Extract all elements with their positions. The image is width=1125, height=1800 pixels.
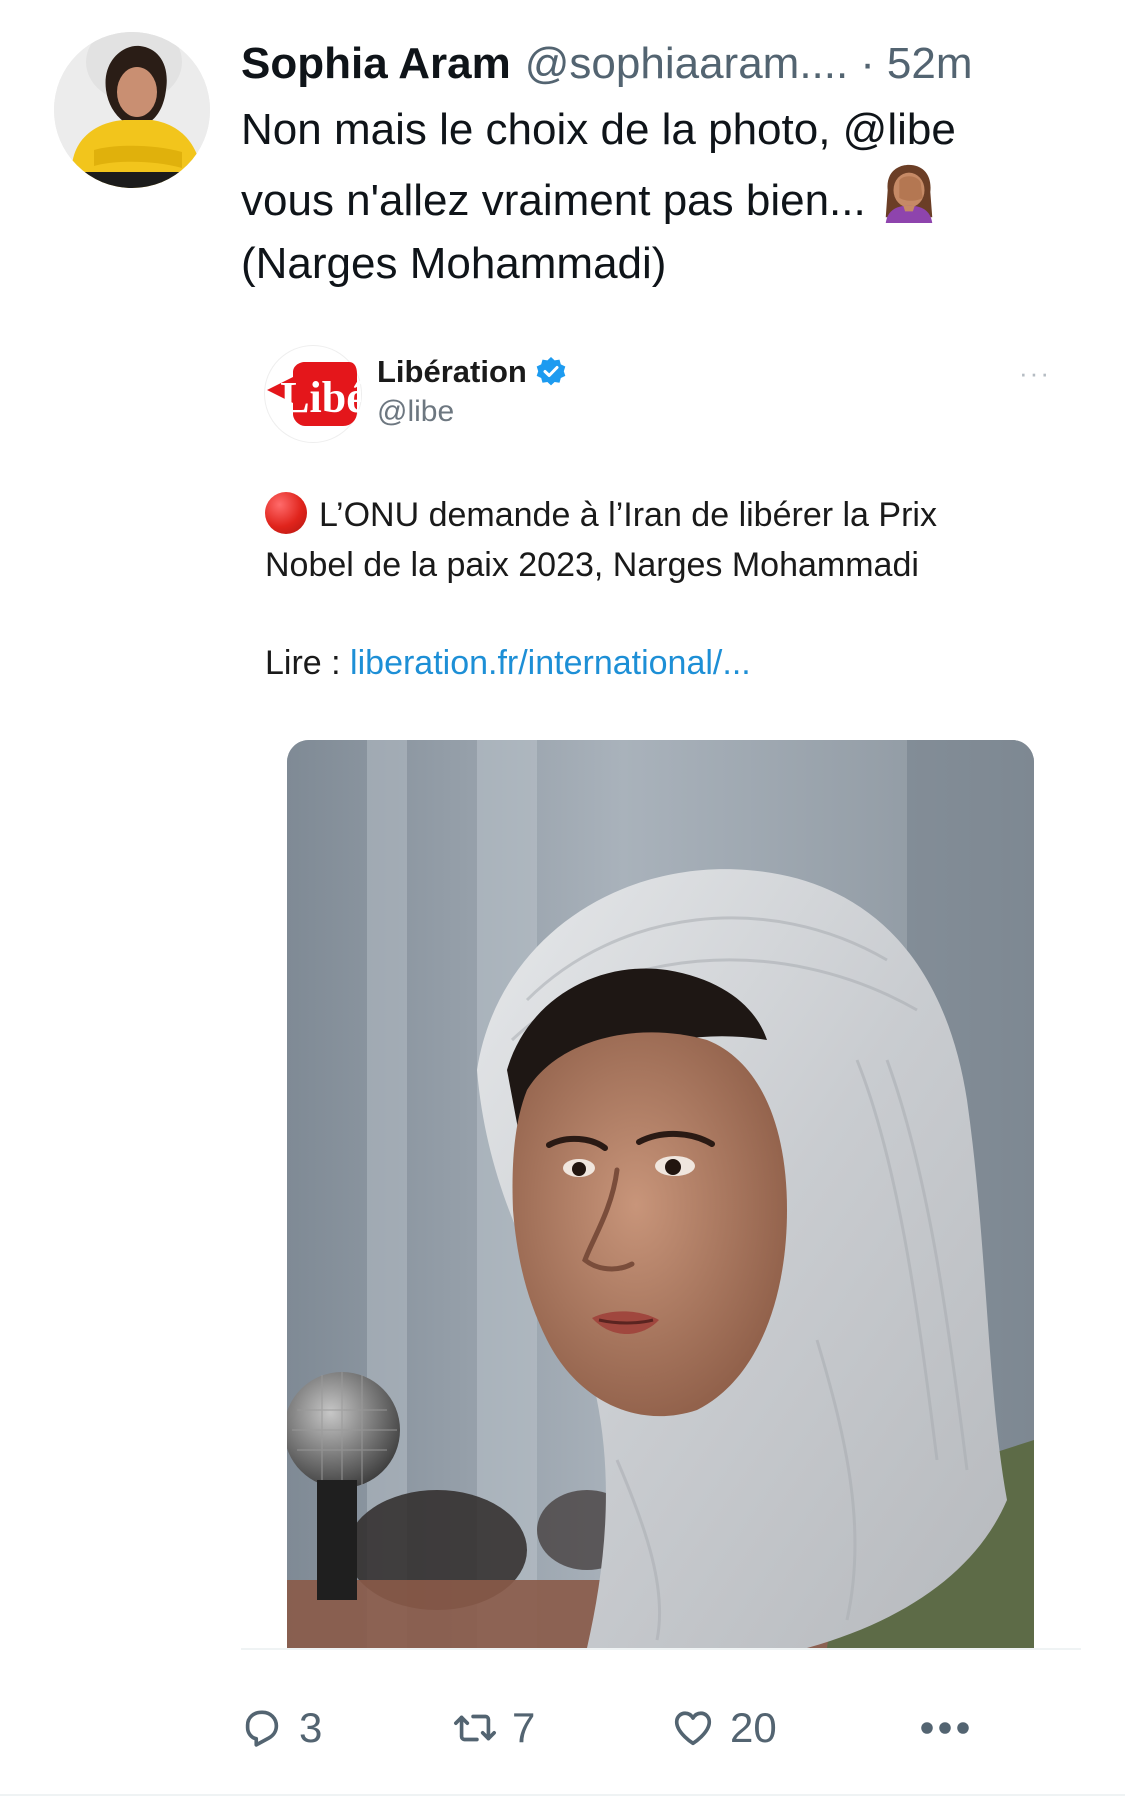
embed-tweet-text: L’ONU demande à l’Iran de libérer la Pri…: [265, 490, 1045, 590]
embed-text-line: Nobel de la paix 2023, Narges Mohammadi: [265, 546, 919, 584]
tweet-text-fragment: vous n'allez vraiment pas bien...: [241, 176, 866, 225]
read-label: Lire :: [265, 644, 351, 682]
embed-divider: [241, 1648, 1081, 1650]
news-photo[interactable]: [287, 740, 1034, 1648]
reply-count: 3: [299, 1704, 323, 1751]
tweet-text: Non mais le choix de la photo, @libe vou…: [241, 98, 1081, 295]
display-name[interactable]: Sophia Aram: [241, 39, 511, 89]
avatar[interactable]: [54, 32, 210, 188]
embed-account-name[interactable]: Libération: [377, 354, 527, 390]
like-count: 20: [730, 1704, 777, 1751]
tweet-action-bar: 3 7 20: [0, 1698, 1125, 1758]
separator-dot: ·: [860, 39, 875, 88]
more-button[interactable]: [918, 1698, 972, 1758]
liberation-logo: Libé: [265, 346, 366, 442]
embed-read-line: Lire : liberation.fr/international/...: [265, 644, 751, 683]
tweet-bottom-border: [0, 1794, 1125, 1796]
embed-text-fragment: L’ONU demande à l’Iran de libérer la Pri…: [319, 496, 937, 534]
embedded-tweet-screenshot[interactable]: Libé Libération @libe ··· L’ONU demande …: [241, 320, 1081, 1648]
retweet-button[interactable]: 7: [452, 1698, 535, 1758]
retweet-count: 7: [512, 1704, 536, 1751]
embed-text-line: L’ONU demande à l’Iran de libérer la Pri…: [265, 490, 1045, 540]
embed-handle[interactable]: @libe: [377, 395, 454, 429]
like-icon: [674, 1711, 712, 1746]
embed-more-icon: ···: [1019, 358, 1051, 388]
reply-button[interactable]: 3: [239, 1698, 322, 1758]
tweet-text-line: Non mais le choix de la photo, @libe: [241, 105, 956, 154]
tweet-header: Sophia Aram @sophiaaram.... · 52m: [241, 34, 972, 94]
red-circle-emoji-icon: [265, 492, 307, 534]
tweet-timestamp[interactable]: 52m: [887, 39, 973, 89]
more-icon: [921, 1722, 969, 1734]
user-handle[interactable]: @sophiaaram....: [525, 39, 848, 89]
logo-text: Libé: [280, 373, 361, 422]
tweet-text-line: vous n'allez vraiment pas bien...: [241, 161, 1081, 232]
verified-badge-icon: [536, 357, 566, 386]
like-button[interactable]: 20: [670, 1698, 777, 1758]
facepalm-emoji-icon: [885, 164, 932, 223]
portrait-photo-image: [287, 740, 1034, 1648]
embed-account-name-row: Libération: [377, 354, 567, 390]
avatar-image: [54, 32, 210, 188]
reply-icon: [245, 1710, 279, 1747]
liberation-logo-image: Libé: [267, 362, 366, 426]
article-link[interactable]: liberation.fr/international/...: [350, 644, 751, 682]
retweet-icon: [454, 1714, 496, 1742]
tweet-text-line: (Narges Mohammadi): [241, 239, 667, 288]
